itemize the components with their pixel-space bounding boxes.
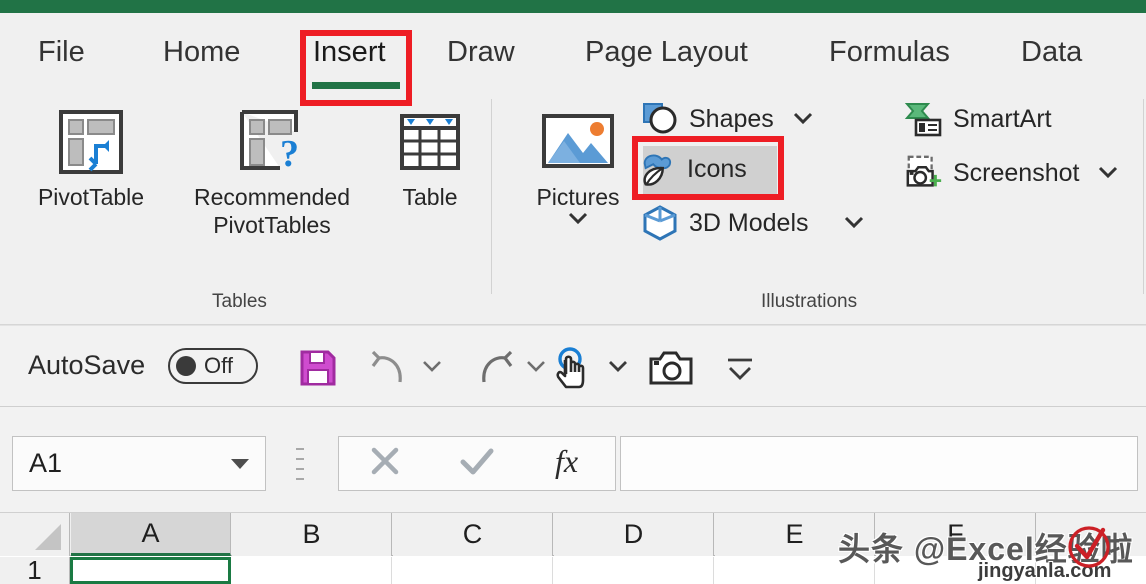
customize-toolbar-button[interactable] — [722, 352, 758, 386]
column-header-e[interactable]: E — [715, 513, 875, 556]
enter-check-icon — [460, 448, 494, 475]
chevron-down-icon[interactable] — [565, 209, 591, 227]
cell-g1[interactable] — [1037, 557, 1146, 584]
formula-input[interactable] — [620, 436, 1138, 491]
redo-button[interactable] — [472, 348, 516, 388]
redo-icon — [482, 350, 513, 383]
insert-function-button[interactable]: fx — [549, 440, 589, 487]
tab-data[interactable]: Data — [1021, 36, 1082, 69]
pictures-button[interactable]: Pictures — [520, 101, 636, 232]
shapes-label: Shapes — [689, 104, 774, 133]
pictures-label: Pictures — [536, 184, 620, 210]
tab-formulas[interactable]: Formulas — [829, 36, 950, 69]
tab-draw[interactable]: Draw — [447, 36, 515, 69]
select-all-triangle-icon — [35, 524, 61, 550]
smartart-button[interactable]: SmartArt — [904, 99, 1052, 139]
spreadsheet-grid: A B C D E F 1 — [0, 513, 1146, 584]
3d-models-label: 3D Models — [689, 208, 809, 237]
recommended-pivottables-label: Recommended PivotTables — [194, 184, 350, 238]
3d-models-button[interactable]: 3D Models — [640, 203, 866, 243]
pivottable-label: PivotTable — [37, 184, 145, 210]
icons-highlight-box — [632, 136, 784, 200]
touch-mode-dropdown[interactable] — [606, 356, 630, 380]
table-button[interactable]: Table — [380, 101, 480, 211]
insert-function-icon: fx — [555, 443, 578, 479]
group-divider-illustrations — [1143, 99, 1144, 294]
undo-icon — [371, 350, 402, 383]
table-label: Table — [402, 184, 458, 210]
screenshot-tool-button[interactable] — [648, 348, 694, 388]
formula-action-buttons: fx — [338, 436, 616, 491]
autosave-label: AutoSave — [28, 350, 146, 380]
chevron-down-icon[interactable] — [1096, 163, 1120, 184]
tab-file[interactable]: File — [38, 36, 85, 69]
enter-button[interactable] — [456, 441, 498, 486]
quick-access-toolbar: AutoSave Off — [0, 325, 1146, 407]
ribbon: File Home Insert Draw Page Layout Formul… — [0, 13, 1146, 325]
undo-dropdown[interactable] — [420, 356, 444, 380]
shapes-button[interactable]: Shapes — [640, 99, 815, 139]
smartart-icon — [904, 99, 944, 139]
touch-mouse-mode-button[interactable] — [552, 346, 596, 390]
screenshot-button[interactable]: Screenshot — [904, 153, 1120, 193]
tab-home[interactable]: Home — [163, 36, 240, 69]
camera-icon — [649, 351, 693, 385]
group-label-tables: Tables — [212, 291, 267, 312]
group-divider-tables — [491, 99, 492, 294]
cell-c1[interactable] — [393, 557, 553, 584]
redo-dropdown[interactable] — [524, 356, 548, 380]
pivottable-button[interactable]: PivotTable — [18, 101, 164, 211]
toggle-knob — [176, 356, 196, 376]
recommended-pivottables-icon: ? — [172, 101, 372, 183]
chevron-down-icon[interactable] — [231, 459, 249, 469]
name-box-value: A1 — [29, 448, 63, 478]
svg-text:fx: fx — [555, 443, 578, 479]
screenshot-label: Screenshot — [953, 158, 1080, 187]
column-header-a[interactable]: A — [71, 513, 231, 556]
cell-f1[interactable] — [876, 557, 1036, 584]
column-header-b[interactable]: B — [232, 513, 392, 556]
shapes-icon — [640, 99, 680, 139]
autosave-toggle[interactable]: Off — [168, 348, 258, 384]
undo-button[interactable] — [368, 348, 412, 388]
column-header-f[interactable]: F — [876, 513, 1036, 556]
autosave-state: Off — [204, 353, 233, 378]
chevron-down-icon[interactable] — [842, 213, 866, 234]
cell-e1[interactable] — [715, 557, 875, 584]
column-header-g[interactable] — [1037, 513, 1146, 556]
column-header-d[interactable]: D — [554, 513, 714, 556]
title-bar — [0, 0, 1146, 13]
cell-a1[interactable] — [70, 557, 231, 584]
ribbon-tab-row: File Home Insert Draw Page Layout Formul… — [0, 13, 1146, 106]
table-icon — [380, 101, 480, 183]
cancel-x-icon — [371, 447, 398, 475]
grid-row-1 — [70, 557, 1146, 584]
pictures-icon — [520, 101, 636, 183]
save-icon — [300, 350, 336, 386]
column-header-row: A B C D E F — [0, 513, 1146, 556]
3d-models-icon — [640, 203, 680, 243]
overflow-icon — [728, 358, 752, 380]
ribbon-body: PivotTable ? Recommended PivotTables Tab… — [0, 91, 1146, 312]
save-button[interactable] — [296, 348, 340, 388]
tab-page-layout[interactable]: Page Layout — [585, 36, 748, 69]
screenshot-icon — [904, 153, 944, 193]
row-header-1[interactable]: 1 — [0, 555, 70, 584]
excel-window: File Home Insert Draw Page Layout Formul… — [0, 0, 1146, 584]
formula-bar-grip[interactable] — [296, 448, 304, 480]
recommended-pivottables-button[interactable]: ? Recommended PivotTables — [172, 101, 372, 239]
group-label-illustrations: Illustrations — [761, 291, 858, 312]
smartart-label: SmartArt — [953, 104, 1052, 133]
select-all-corner[interactable] — [0, 513, 70, 556]
pivottable-icon — [18, 101, 164, 183]
chevron-down-icon[interactable] — [791, 109, 815, 130]
svg-text:?: ? — [280, 133, 299, 175]
cell-b1[interactable] — [232, 557, 392, 584]
column-header-c[interactable]: C — [393, 513, 553, 556]
touch-mode-icon — [556, 347, 585, 389]
cancel-button[interactable] — [365, 441, 405, 486]
cell-d1[interactable] — [554, 557, 714, 584]
name-box[interactable]: A1 — [12, 436, 266, 491]
